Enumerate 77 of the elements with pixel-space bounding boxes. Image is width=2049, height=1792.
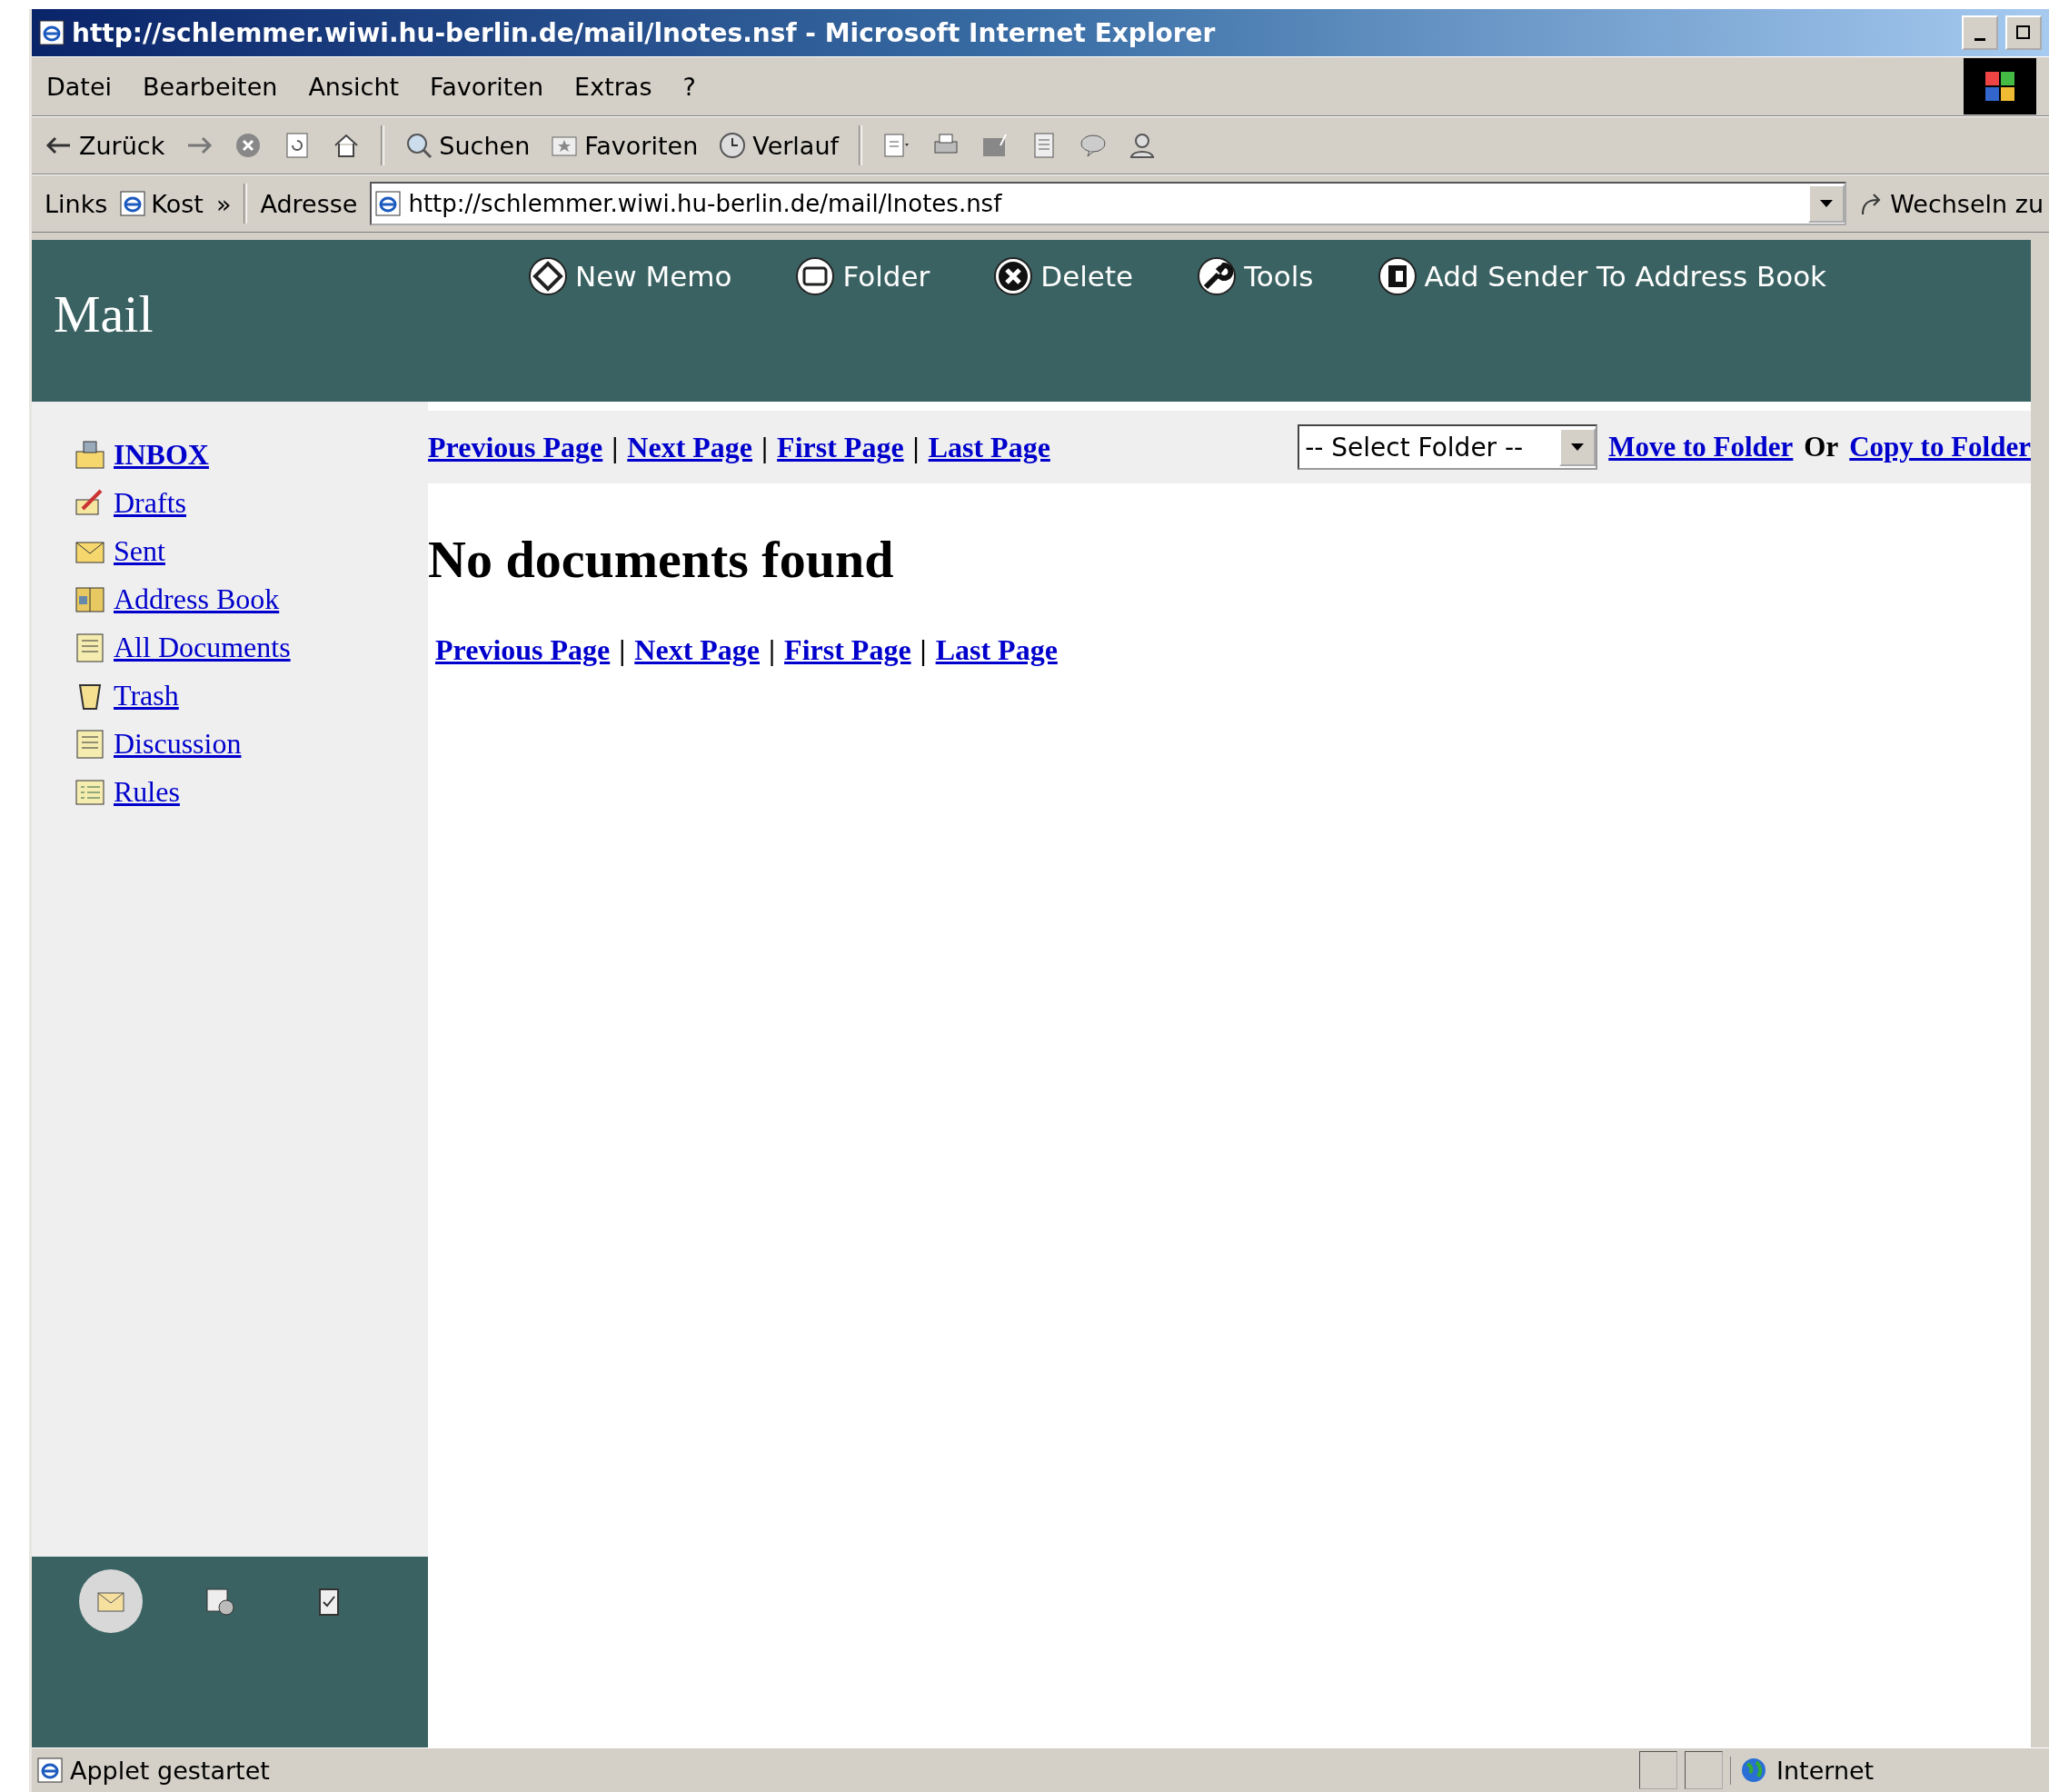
caret-icon — [1571, 443, 1585, 451]
list-icon — [74, 728, 106, 761]
menu-item[interactable]: Favoriten — [428, 68, 546, 105]
pager-link[interactable]: Next Page — [634, 633, 761, 667]
copy-link[interactable]: Copy to Folder — [1849, 431, 2031, 463]
app-title: Mail — [53, 284, 154, 345]
pipe-separator: | — [612, 430, 619, 464]
caret-icon — [1820, 200, 1834, 207]
action-link[interactable]: Tools — [1197, 256, 1314, 296]
address-field[interactable]: http://schlemmer.wiwi.hu-berlin.de/mail/lnotes.nsf — [370, 182, 1847, 225]
more-chevron[interactable]: » — [215, 189, 232, 218]
sidebar-item[interactable]: Rules — [74, 775, 428, 809]
maximize-button[interactable] — [2005, 15, 2042, 50]
folder-icon — [795, 256, 836, 296]
sidebar-item[interactable]: Sent — [74, 534, 428, 568]
windows-flag-icon — [1984, 70, 2016, 103]
toolbar-button[interactable]: Suchen — [404, 131, 531, 160]
pipe-separator: | — [761, 430, 769, 464]
sidebar-item[interactable]: All Documents — [74, 631, 428, 664]
dropdown-button[interactable] — [1808, 184, 1845, 223]
inbox-tray-icon — [74, 439, 106, 472]
minimize-button[interactable] — [1962, 15, 1998, 50]
move-link[interactable]: Move to Folder — [1608, 431, 1794, 463]
pipe-separator: | — [619, 633, 626, 667]
links-label[interactable]: Links — [45, 189, 108, 218]
action-link[interactable]: Add Sender To Address Book — [1377, 256, 1827, 296]
sidebar-item[interactable]: Discussion — [74, 727, 428, 761]
toolbar-button[interactable]: Zurück — [45, 131, 165, 160]
empty-heading: No documents found — [428, 529, 895, 590]
minimize-icon — [1974, 37, 1985, 41]
sidebar-item[interactable]: INBOX — [74, 438, 428, 472]
menu-item[interactable]: Datei — [45, 68, 114, 105]
sidebar-item[interactable]: Trash — [74, 679, 428, 712]
book-icon — [1377, 256, 1417, 296]
or-text: Or — [1804, 431, 1839, 463]
dropdown-button[interactable] — [1559, 428, 1596, 466]
status-pane — [1685, 1751, 1723, 1789]
menu-item[interactable]: Extras — [572, 68, 654, 105]
status-text: Applet gestartet — [70, 1756, 271, 1785]
action-link[interactable]: Delete — [993, 256, 1134, 296]
ie-page-icon — [37, 1757, 63, 1783]
sidebar-item[interactable]: Address Book — [74, 582, 428, 616]
go-button[interactable]: Wechseln zu — [1859, 189, 2044, 218]
folder-select[interactable]: -- Select Folder -- — [1298, 424, 1598, 470]
pipe-separator: | — [912, 430, 920, 464]
history-clock-icon[interactable] — [718, 131, 748, 160]
link-button[interactable]: Kost — [120, 189, 204, 218]
ie-page-icon — [39, 20, 65, 45]
window-title: http://schlemmer.wiwi.hu-berlin.de/mail/lnotes.nsf - Microsoft Internet Explorer — [72, 17, 1217, 48]
pager-link[interactable]: Last Page — [928, 430, 1050, 464]
sidebar-item[interactable]: Drafts — [74, 486, 428, 520]
action-link[interactable]: Folder — [795, 256, 930, 296]
action-link[interactable]: New Memo — [528, 256, 732, 296]
pipe-separator: | — [769, 633, 776, 667]
pager-link[interactable]: Next Page — [627, 430, 753, 464]
list-icon — [74, 632, 106, 664]
pager-link[interactable]: Last Page — [935, 633, 1058, 667]
address-label: Adresse — [260, 189, 358, 218]
pager-link[interactable]: First Page — [777, 430, 904, 464]
maximize-icon — [2016, 25, 2031, 40]
zone-indicator: Internet — [1730, 1756, 2049, 1785]
search-icon[interactable] — [404, 131, 434, 160]
status-pane — [1639, 1751, 1677, 1789]
pager-link[interactable]: Previous Page — [428, 430, 603, 464]
toolbar-button[interactable]: Favoriten — [550, 131, 699, 160]
ie-page-icon — [375, 191, 402, 216]
pager-link[interactable]: First Page — [784, 633, 911, 667]
delete-icon — [993, 256, 1034, 296]
menu-item[interactable]: Bearbeiten — [141, 68, 280, 105]
toolbar-button[interactable]: Verlauf — [718, 131, 840, 160]
menu-item[interactable]: Ansicht — [306, 68, 402, 105]
ie-page-icon — [120, 191, 146, 216]
pager-link[interactable]: Previous Page — [435, 633, 611, 667]
pipe-separator: | — [920, 633, 927, 667]
globe-icon — [1740, 1757, 1767, 1784]
wrench-icon — [1197, 256, 1238, 296]
menu-item[interactable]: ? — [681, 68, 698, 105]
